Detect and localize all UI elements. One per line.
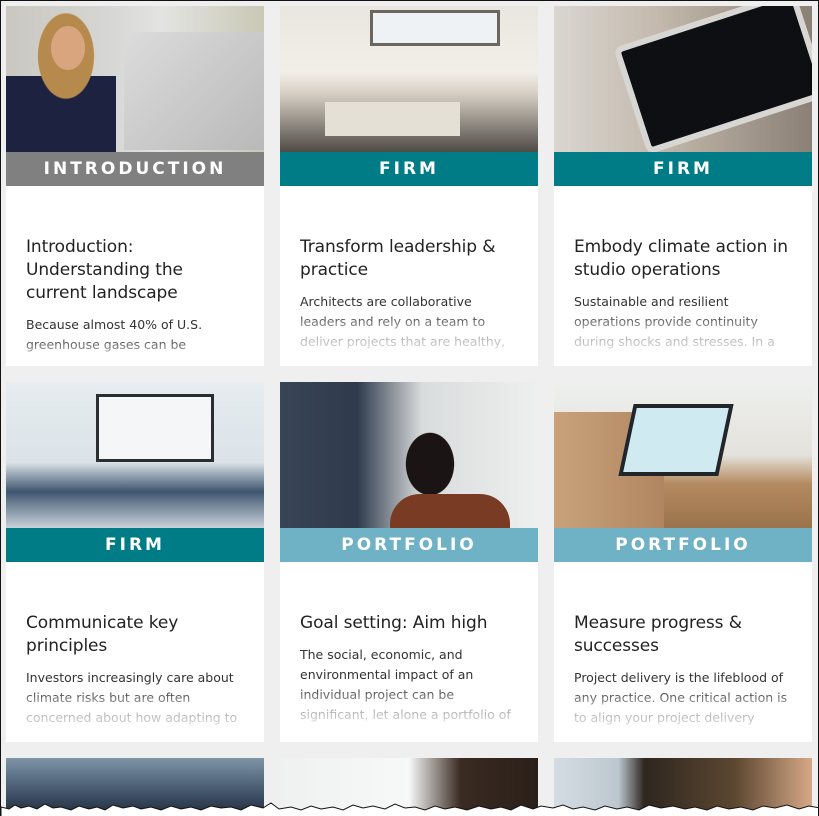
category-tag: FIRM — [6, 528, 264, 562]
card-description: Project delivery is the lifeblood of any… — [574, 670, 788, 725]
card-title[interactable]: Embody climate action in studio operatio… — [574, 236, 792, 282]
card-image — [280, 6, 538, 152]
card-image — [6, 382, 264, 528]
card-transform-leadership[interactable]: FIRM Transform leadership & practice Arc… — [280, 6, 538, 366]
card-body: Goal setting: Aim high The social, econo… — [280, 562, 538, 742]
category-tag: INTRODUCTION — [6, 152, 264, 186]
card-image — [6, 6, 264, 152]
card-title[interactable]: Introduction: Understanding the current … — [26, 236, 244, 305]
card-body: Transform leadership & practice Architec… — [280, 186, 538, 366]
card-title[interactable]: Communicate key principles — [26, 612, 244, 658]
category-tag: FIRM — [280, 152, 538, 186]
card-description: Architects are collaborative leaders and… — [300, 294, 506, 349]
card-title[interactable]: Transform leadership & practice — [300, 236, 518, 282]
category-tag: PORTFOLIO — [554, 528, 812, 562]
card-communicate-principles[interactable]: FIRM Communicate key principles Investor… — [6, 382, 264, 742]
presentation-meeting-photo — [96, 394, 214, 462]
card-description: Sustainable and resilient operations pro… — [574, 294, 775, 349]
page-frame: INTRODUCTION Introduction: Understanding… — [0, 0, 819, 816]
card-description: Investors increasingly care about climat… — [26, 670, 238, 725]
card-climate-action-operations[interactable]: FIRM Embody climate action in studio ope… — [554, 6, 812, 366]
torn-edge — [1, 802, 818, 816]
card-title[interactable]: Goal setting: Aim high — [300, 612, 518, 635]
card-introduction[interactable]: INTRODUCTION Introduction: Understanding… — [6, 6, 264, 366]
card-goal-setting[interactable]: PORTFOLIO Goal setting: Aim high The soc… — [280, 382, 538, 742]
card-title[interactable]: Measure progress & successes — [574, 612, 792, 658]
card-body: Embody climate action in studio operatio… — [554, 186, 812, 366]
team-meeting-photo — [370, 10, 500, 46]
meeting-table-shape — [325, 102, 460, 136]
tablet-dashboard-photo — [613, 6, 812, 152]
tablet-shape — [618, 404, 734, 476]
card-grid: INTRODUCTION Introduction: Understanding… — [6, 6, 812, 816]
card-body: Introduction: Understanding the current … — [6, 186, 264, 366]
person-shape — [390, 494, 510, 528]
card-body: Communicate key principles Investors inc… — [6, 562, 264, 742]
monitor-shape — [124, 32, 264, 150]
card-image — [280, 382, 538, 528]
category-tag: PORTFOLIO — [280, 528, 538, 562]
card-image — [554, 382, 812, 528]
card-body: Measure progress & successes Project del… — [554, 562, 812, 742]
card-description: The social, economic, and environmental … — [300, 647, 511, 722]
category-tag: FIRM — [554, 152, 812, 186]
card-measure-progress[interactable]: PORTFOLIO Measure progress & successes P… — [554, 382, 812, 742]
card-image — [554, 6, 812, 152]
woman-at-computer-photo — [6, 6, 116, 152]
card-description: Because almost 40% of U.S. greenhouse ga… — [26, 317, 203, 352]
